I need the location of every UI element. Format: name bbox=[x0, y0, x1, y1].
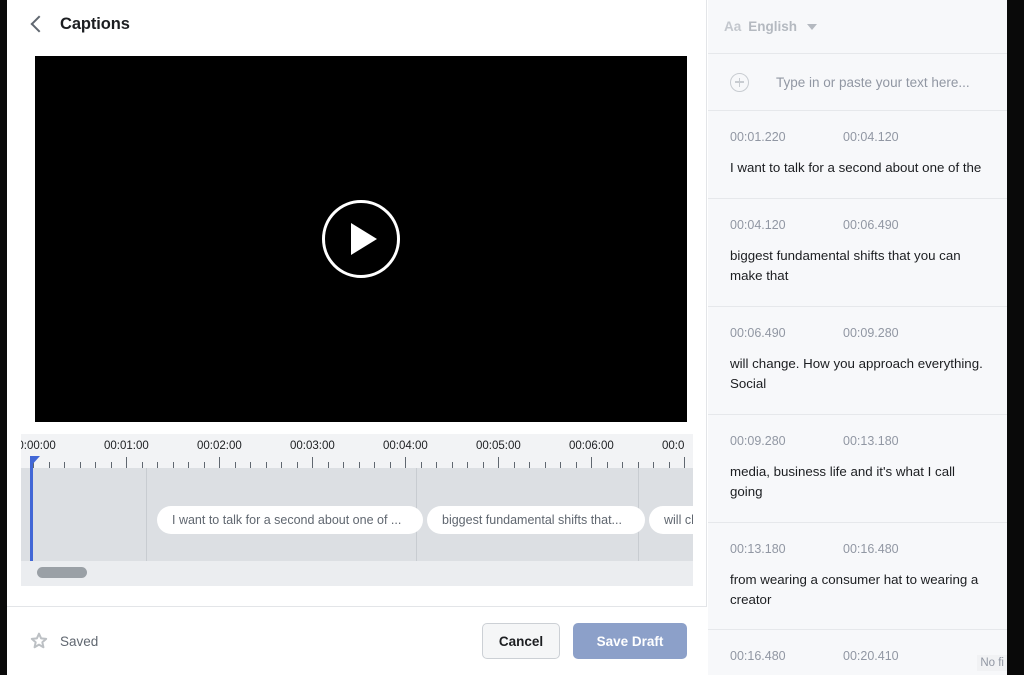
ruler-label: 00:05:00 bbox=[476, 440, 521, 452]
cue-text[interactable]: media, business life and it's what I cal… bbox=[730, 462, 985, 502]
ruler-tick-major bbox=[126, 457, 127, 468]
ruler-label: 00:04:00 bbox=[383, 440, 428, 452]
ruler-tick-major bbox=[405, 457, 406, 468]
horizontal-scrollbar[interactable] bbox=[37, 567, 87, 578]
cue-start-time[interactable]: 00:16.480 bbox=[730, 649, 843, 663]
save-draft-button[interactable]: Save Draft bbox=[573, 623, 687, 659]
cue-timestamps: 00:13.180 00:16.480 bbox=[730, 542, 985, 556]
no-file-label: No fi bbox=[977, 655, 1007, 671]
cue-end-time[interactable]: 00:20.410 bbox=[843, 649, 899, 663]
timeline-track[interactable]: I want to talk for a second about one of… bbox=[21, 468, 693, 561]
cue-timestamps: 00:06.490 00:09.280 bbox=[730, 326, 985, 340]
cue-start-time[interactable]: 00:01.220 bbox=[730, 130, 843, 144]
ruler-label: 00:06:00 bbox=[569, 440, 614, 452]
cue-timestamps: 00:01.220 00:04.120 bbox=[730, 130, 985, 144]
cue-start-time[interactable]: 00:13.180 bbox=[730, 542, 843, 556]
timeline[interactable]: 00:00:00 00:01:00 00:02:00 00:03:00 00:04:00… bbox=[21, 434, 693, 586]
editor-footer: Saved Cancel Save Draft bbox=[7, 606, 707, 675]
timeline-caption-chip[interactable]: I want to talk for a second about one of… bbox=[157, 506, 423, 534]
cue-start-time[interactable]: 00:09.280 bbox=[730, 434, 843, 448]
timeline-caption-chip[interactable]: will ch bbox=[649, 506, 693, 534]
cue-end-time[interactable]: 00:16.480 bbox=[843, 542, 899, 556]
ruler-tick-major bbox=[684, 457, 685, 468]
caption-cue-row[interactable]: 00:16.480 00:20.410 bbox=[708, 630, 1007, 675]
saved-status: Saved bbox=[29, 631, 98, 651]
caption-cue-list: 00:01.220 00:04.120 I want to talk for a s… bbox=[708, 111, 1007, 675]
ruler-label: 00:01:00 bbox=[104, 440, 149, 452]
window-right-edge bbox=[1007, 0, 1024, 675]
caption-cue-row[interactable]: 00:04.120 00:06.490 biggest fundamental sh… bbox=[708, 198, 1007, 307]
cue-timestamps: 00:16.480 00:20.410 bbox=[730, 649, 985, 663]
ruler-tick-major bbox=[498, 457, 499, 468]
play-icon[interactable] bbox=[322, 200, 400, 278]
timeline-caption-chip[interactable]: biggest fundamental shifts that... bbox=[427, 506, 645, 534]
ruler-tick-major bbox=[312, 457, 313, 468]
track-segment-divider bbox=[146, 468, 147, 561]
caption-cue-row[interactable]: 00:13.180 00:16.480 from wearing a consume… bbox=[708, 522, 1007, 631]
cue-text[interactable]: I want to talk for a second about one of… bbox=[730, 158, 985, 178]
ruler-label: 00:03:00 bbox=[290, 440, 335, 452]
cancel-button[interactable]: Cancel bbox=[482, 623, 560, 659]
caption-cue-row[interactable]: 00:09.280 00:13.180 media, business life a… bbox=[708, 414, 1007, 523]
ruler-label: 00:02:00 bbox=[197, 440, 242, 452]
cue-timestamps: 00:09.280 00:13.180 bbox=[730, 434, 985, 448]
captions-editor-screen: Captions 00:00:00 00:01:00 00:02:00 00:03:0… bbox=[0, 0, 1024, 675]
cue-end-time[interactable]: 00:13.180 bbox=[843, 434, 899, 448]
timeline-scroll-area[interactable] bbox=[21, 561, 693, 586]
cue-end-time[interactable]: 00:09.280 bbox=[843, 326, 899, 340]
caption-cue-row[interactable]: 00:01.220 00:04.120 I want to talk for a s… bbox=[708, 111, 1007, 199]
ruler-tick-major bbox=[591, 457, 592, 468]
language-selector[interactable]: Aa English bbox=[708, 0, 1007, 54]
add-caption-input[interactable]: Type in or paste your text here... bbox=[776, 75, 970, 90]
editor-header: Captions bbox=[7, 0, 706, 48]
window-left-edge bbox=[0, 0, 7, 675]
ruler-label: 00:0 bbox=[662, 440, 685, 452]
cue-text[interactable]: will change. How you approach everything… bbox=[730, 354, 985, 394]
cue-text[interactable]: from wearing a consumer hat to wearing a… bbox=[730, 570, 985, 610]
cue-start-time[interactable]: 00:06.490 bbox=[730, 326, 843, 340]
plus-circle-icon[interactable] bbox=[730, 72, 749, 92]
video-preview[interactable] bbox=[35, 56, 687, 422]
editor-pane: Captions 00:00:00 00:01:00 00:02:00 00:03:0… bbox=[7, 0, 707, 675]
cue-timestamps: 00:04.120 00:06.490 bbox=[730, 218, 985, 232]
language-label: English bbox=[748, 19, 798, 34]
playhead-marker[interactable] bbox=[30, 456, 40, 561]
ruler-label: 00:00:00 bbox=[21, 440, 56, 452]
cue-end-time[interactable]: 00:06.490 bbox=[843, 218, 899, 232]
cue-start-time[interactable]: 00:04.120 bbox=[730, 218, 843, 232]
star-icon[interactable] bbox=[29, 631, 49, 651]
text-format-icon: Aa bbox=[724, 19, 742, 34]
cue-end-time[interactable]: 00:04.120 bbox=[843, 130, 899, 144]
ruler-tick-major bbox=[219, 457, 220, 468]
page-title: Captions bbox=[60, 14, 130, 33]
play-triangle bbox=[351, 223, 377, 255]
add-caption-row[interactable]: Type in or paste your text here... bbox=[708, 54, 1007, 111]
timeline-ruler[interactable]: 00:00:00 00:01:00 00:02:00 00:03:00 00:04:00… bbox=[21, 434, 693, 468]
saved-label: Saved bbox=[60, 633, 99, 649]
chevron-left-icon[interactable] bbox=[30, 17, 44, 31]
captions-sidebar: Aa English Type in or paste your text he… bbox=[708, 0, 1007, 675]
cue-text[interactable]: biggest fundamental shifts that you can … bbox=[730, 246, 985, 286]
caption-cue-row[interactable]: 00:06.490 00:09.280 will change. How you a… bbox=[708, 306, 1007, 415]
ruler-ticks bbox=[21, 456, 693, 468]
chevron-down-icon[interactable] bbox=[807, 23, 818, 30]
